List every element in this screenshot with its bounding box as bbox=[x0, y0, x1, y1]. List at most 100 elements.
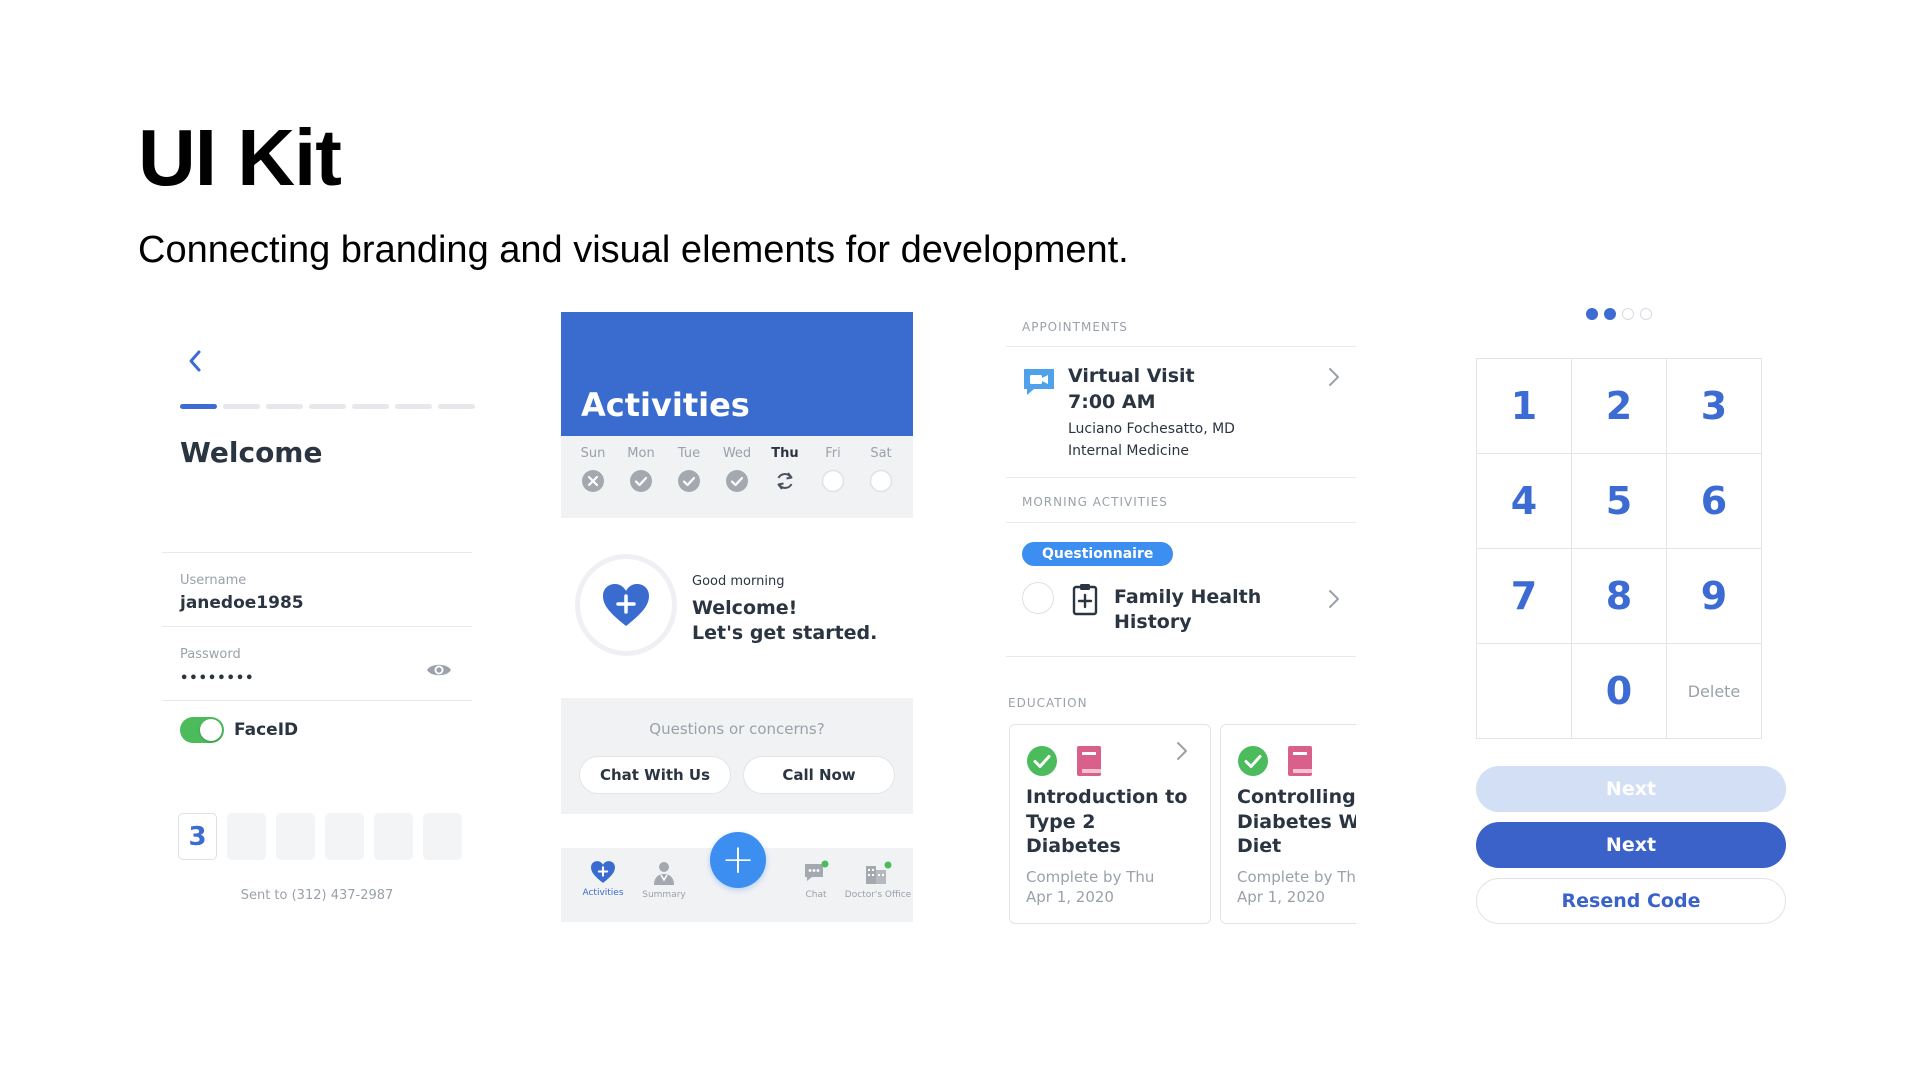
key-3[interactable]: 3 bbox=[1667, 359, 1762, 454]
code-digit-box[interactable] bbox=[423, 813, 462, 860]
education-title-line: Diet bbox=[1237, 835, 1282, 858]
activity-title: Family Health History bbox=[1114, 585, 1261, 634]
heart-ring bbox=[575, 554, 677, 656]
questionnaire-badge: Questionnaire bbox=[1022, 542, 1174, 566]
education-due-line: Complete by Thu bbox=[1026, 868, 1155, 886]
education-title-line: Controlling bbox=[1237, 786, 1356, 808]
visit-title-block: Virtual Visit 7:00 AM bbox=[1068, 364, 1195, 415]
day-label: Tue bbox=[677, 446, 701, 461]
visit-title: Virtual Visit bbox=[1068, 365, 1195, 387]
week-day-strip: Sun Mon Tue Wed Thu Fri Sat bbox=[561, 436, 913, 518]
day-fri[interactable]: Fri bbox=[810, 436, 856, 518]
appointments-screen: APPOINTMENTS Virtual Visit 7:00 AM Lucia… bbox=[1006, 312, 1356, 932]
faceid-toggle[interactable] bbox=[180, 717, 224, 743]
tab-doctors-office[interactable]: Doctor's Office bbox=[843, 860, 913, 900]
progress-indicator bbox=[180, 404, 475, 409]
tab-activities[interactable]: Activities bbox=[568, 860, 638, 898]
eye-icon[interactable] bbox=[426, 661, 452, 679]
code-digit-box[interactable] bbox=[325, 813, 364, 860]
keypad-screen: 1 2 3 4 5 6 7 8 9 0 Delete Next Next Res… bbox=[1476, 300, 1796, 940]
divider bbox=[1006, 346, 1356, 347]
empty-circle-icon bbox=[821, 469, 845, 493]
key-9[interactable]: 9 bbox=[1667, 549, 1762, 644]
next-button[interactable]: Next bbox=[1476, 822, 1786, 868]
education-due-line: Apr 1, 2020 bbox=[1237, 888, 1325, 907]
next-button-disabled[interactable]: Next bbox=[1476, 766, 1786, 812]
section-education: EDUCATION bbox=[1008, 696, 1088, 710]
key-delete[interactable]: Delete bbox=[1667, 644, 1762, 739]
activity-line2: History bbox=[1114, 610, 1192, 633]
key-0[interactable]: 0 bbox=[1572, 644, 1667, 739]
key-2[interactable]: 2 bbox=[1572, 359, 1667, 454]
education-card[interactable]: Introduction to Type 2 Diabetes Complete… bbox=[1009, 724, 1211, 924]
day-sun[interactable]: Sun bbox=[570, 436, 616, 518]
greeting-line2: Let's get started. bbox=[692, 621, 878, 644]
education-title-line: Introduction to bbox=[1026, 786, 1188, 808]
password-field[interactable]: Password •••••••• bbox=[162, 626, 472, 700]
doctor-icon bbox=[654, 862, 674, 885]
back-chevron-icon[interactable] bbox=[184, 346, 206, 376]
code-digit-box[interactable] bbox=[227, 813, 266, 860]
page-dot bbox=[1622, 308, 1634, 320]
day-sat[interactable]: Sat bbox=[858, 436, 904, 518]
activity-checkbox[interactable] bbox=[1022, 582, 1054, 614]
code-digit-box[interactable] bbox=[276, 813, 315, 860]
checkmark-icon bbox=[630, 470, 652, 492]
key-4[interactable]: 4 bbox=[1477, 454, 1572, 549]
activity-line1: Family Health bbox=[1114, 586, 1262, 608]
visit-doctor-block: Luciano Fochesatto, MD Internal Medicine bbox=[1068, 419, 1235, 462]
education-card[interactable]: Controlling Diabetes With Diet Complete … bbox=[1220, 724, 1356, 924]
check-circle-icon bbox=[1238, 746, 1268, 776]
add-fab-button[interactable]: + bbox=[710, 832, 766, 888]
chevron-right-icon bbox=[1329, 590, 1339, 608]
page-dot bbox=[1604, 308, 1616, 320]
page-indicator bbox=[1586, 308, 1652, 320]
key-1[interactable]: 1 bbox=[1477, 359, 1572, 454]
key-6[interactable]: 6 bbox=[1667, 454, 1762, 549]
greeting-card: Good morning Welcome! Let's get started. bbox=[561, 518, 913, 698]
password-value[interactable]: •••••••• bbox=[180, 671, 254, 686]
visit-specialty: Internal Medicine bbox=[1068, 442, 1189, 459]
key-7[interactable]: 7 bbox=[1477, 549, 1572, 644]
welcome-heading: Welcome bbox=[180, 436, 323, 469]
key-8[interactable]: 8 bbox=[1572, 549, 1667, 644]
slide-title: UI Kit bbox=[138, 113, 342, 202]
code-digit-box[interactable] bbox=[374, 813, 413, 860]
username-field[interactable]: Username janedoe1985 bbox=[162, 552, 472, 626]
day-thu[interactable]: Thu bbox=[762, 436, 808, 518]
code-digit-box[interactable]: 3 bbox=[178, 813, 217, 860]
tab-chat[interactable]: Chat bbox=[781, 860, 851, 900]
visit-time: 7:00 AM bbox=[1068, 390, 1156, 413]
day-mon[interactable]: Mon bbox=[618, 436, 664, 518]
faceid-row: FaceID bbox=[162, 700, 472, 760]
activities-title: Activities bbox=[581, 386, 750, 424]
day-label: Thu bbox=[771, 446, 799, 461]
tab-summary[interactable]: Summary bbox=[629, 860, 699, 900]
heart-plus-icon bbox=[591, 861, 615, 883]
call-now-button[interactable]: Call Now bbox=[743, 756, 895, 794]
missed-x-icon bbox=[582, 470, 604, 492]
key-5[interactable]: 5 bbox=[1572, 454, 1667, 549]
education-due: Complete by Thu Apr 1, 2020 bbox=[1026, 867, 1154, 908]
day-label: Sun bbox=[580, 446, 606, 461]
faceid-label: FaceID bbox=[234, 720, 299, 740]
verification-code-input[interactable]: 3 bbox=[178, 813, 462, 860]
username-value[interactable]: janedoe1985 bbox=[180, 593, 304, 613]
slide-subtitle: Connecting branding and visual elements … bbox=[138, 229, 1129, 271]
progress-segment bbox=[266, 404, 303, 409]
progress-segment bbox=[395, 404, 432, 409]
progress-segment bbox=[180, 404, 217, 409]
chat-with-us-button[interactable]: Chat With Us bbox=[579, 756, 731, 794]
chevron-right-icon bbox=[1177, 742, 1187, 760]
visit-doctor: Luciano Fochesatto, MD bbox=[1068, 421, 1235, 437]
resend-code-button[interactable]: Resend Code bbox=[1476, 878, 1786, 924]
chevron-right-icon bbox=[1329, 368, 1339, 386]
tab-label: Summary bbox=[642, 890, 686, 900]
book-icon bbox=[1288, 746, 1312, 776]
day-tue[interactable]: Tue bbox=[666, 436, 712, 518]
divider bbox=[1006, 522, 1356, 523]
sync-icon bbox=[777, 472, 793, 490]
activities-header: Activities bbox=[561, 312, 913, 436]
education-title-line: Diabetes With bbox=[1237, 810, 1356, 833]
day-wed[interactable]: Wed bbox=[714, 436, 760, 518]
